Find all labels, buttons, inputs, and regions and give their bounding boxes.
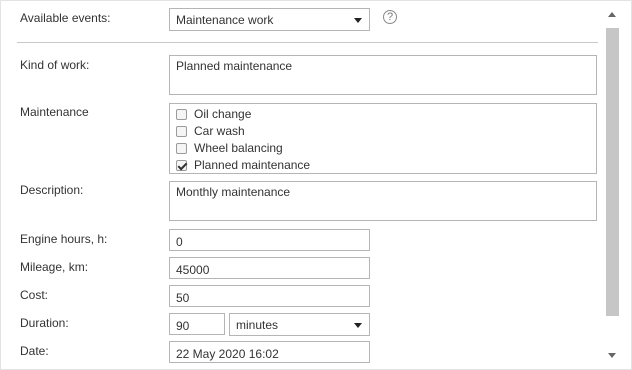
option-label: Planned maintenance (194, 158, 311, 172)
cost-input[interactable]: 50 (169, 285, 370, 307)
available-events-select[interactable]: Maintenance work (169, 8, 370, 31)
cost-value: 50 (176, 291, 190, 305)
kind-of-work-label: Kind of work: (20, 58, 90, 72)
chevron-down-icon[interactable] (354, 18, 362, 23)
option-label: Wheel balancing (194, 141, 283, 155)
date-label: Date: (20, 344, 49, 358)
duration-input[interactable]: 90 (169, 313, 225, 335)
duration-unit-value: minutes (236, 318, 279, 332)
mileage-label: Mileage, km: (20, 260, 89, 274)
checkbox-checked[interactable] (176, 160, 187, 171)
kind-of-work-value: Planned maintenance (176, 59, 293, 73)
description-value: Monthly maintenance (176, 185, 291, 199)
engine-hours-label: Engine hours, h: (20, 232, 108, 246)
maintenance-form-panel: Available events: Maintenance work ? Kin… (0, 0, 632, 370)
scroll-up-arrow-icon[interactable] (608, 12, 616, 17)
checkbox[interactable] (176, 126, 187, 137)
chevron-down-icon[interactable] (354, 323, 362, 328)
option-label: Oil change (194, 107, 252, 121)
mileage-input[interactable]: 45000 (169, 257, 370, 279)
option-label: Car wash (194, 124, 245, 138)
scroll-down-arrow-icon[interactable] (608, 353, 616, 358)
duration-unit-select[interactable]: minutes (229, 313, 370, 336)
duration-value: 90 (176, 319, 190, 333)
available-events-value: Maintenance work (176, 13, 274, 27)
engine-hours-input[interactable]: 0 (169, 229, 370, 251)
vertical-scrollbar[interactable] (605, 7, 620, 363)
kind-of-work-field[interactable]: Planned maintenance (169, 55, 597, 95)
checkbox[interactable] (176, 143, 187, 154)
engine-hours-value: 0 (176, 235, 183, 249)
duration-label: Duration: (20, 316, 69, 330)
date-input[interactable]: 22 May 2020 16:02 (169, 341, 370, 363)
available-events-label: Available events: (20, 11, 111, 25)
cost-label: Cost: (20, 288, 49, 302)
help-icon[interactable]: ? (383, 10, 397, 24)
maintenance-checklist: Oil change Car wash Wheel balancing Plan… (169, 103, 597, 174)
description-field[interactable]: Monthly maintenance (169, 181, 597, 221)
mileage-value: 45000 (176, 263, 210, 277)
section-divider (17, 42, 598, 43)
scrollbar-thumb[interactable] (606, 28, 619, 316)
checkbox[interactable] (176, 109, 187, 120)
description-label: Description: (20, 183, 84, 197)
maintenance-label: Maintenance (20, 105, 89, 119)
date-value: 22 May 2020 16:02 (176, 347, 279, 361)
